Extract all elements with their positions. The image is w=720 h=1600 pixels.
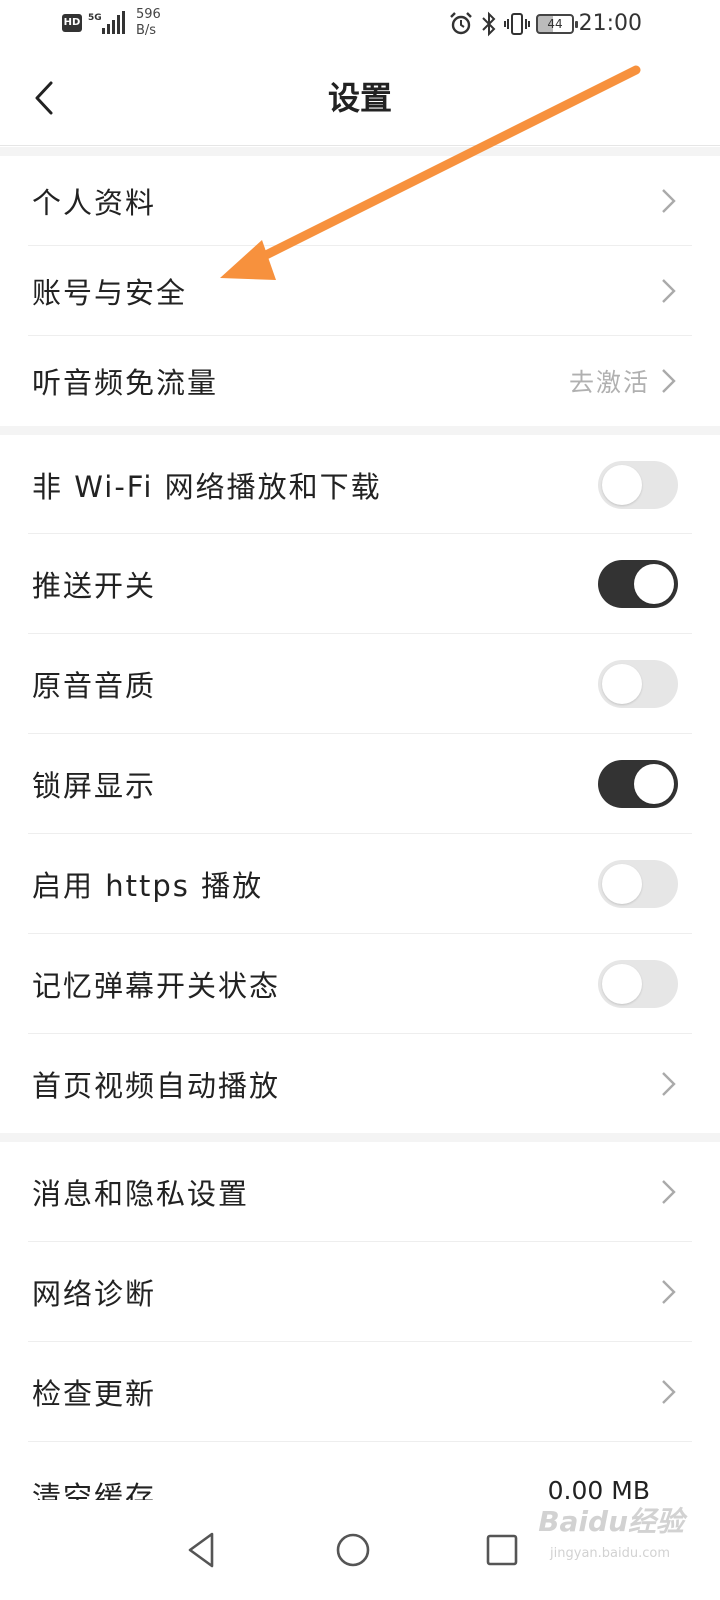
- row-original-sound: 原音音质: [0, 634, 720, 734]
- chevron-right-icon: [662, 1071, 676, 1096]
- chevron-right-icon: [662, 1280, 676, 1304]
- push-toggle[interactable]: [598, 560, 678, 608]
- row-non-wifi: 非 Wi-Fi 网络播放和下载: [0, 435, 720, 534]
- network-type: 5G: [88, 13, 102, 23]
- chevron-right-icon: [662, 279, 676, 303]
- row-label: 推送开关: [32, 569, 157, 603]
- row-label: 消息和隐私设置: [32, 1177, 250, 1211]
- row-privacy[interactable]: 消息和隐私设置: [0, 1142, 720, 1242]
- hd-badge: HD: [62, 14, 82, 32]
- lock-screen-toggle[interactable]: [598, 760, 678, 808]
- row-danmaku-memory: 记忆弹幕开关状态: [0, 934, 720, 1034]
- battery-icon: 44: [536, 14, 578, 34]
- original-sound-toggle[interactable]: [598, 660, 678, 708]
- vibrate-icon: [504, 13, 530, 35]
- cache-size: 0.00 MB: [547, 1476, 650, 1500]
- https-toggle[interactable]: [598, 860, 678, 908]
- network-speed: 596 B/s: [136, 7, 161, 39]
- row-label: 个人资料: [32, 186, 157, 220]
- toggle-knob: [602, 464, 642, 505]
- danmaku-toggle[interactable]: [598, 960, 678, 1008]
- toggle-knob: [602, 964, 642, 1004]
- row-label: 首页视频自动播放: [32, 1068, 281, 1103]
- row-label: 启用 https 播放: [32, 869, 264, 903]
- bluetooth-icon: [482, 11, 496, 37]
- row-check-update[interactable]: 检查更新: [0, 1342, 720, 1442]
- chevron-right-icon: [662, 1380, 676, 1404]
- row-https: 启用 https 播放: [0, 834, 720, 934]
- alarm-icon: [450, 12, 472, 35]
- nav-recents-icon[interactable]: [478, 1526, 526, 1574]
- nav-home-icon[interactable]: [329, 1526, 377, 1574]
- chevron-right-icon: [662, 1180, 676, 1204]
- speed-value: 596: [136, 7, 161, 22]
- row-label: 清空缓存: [32, 1480, 157, 1500]
- row-network-diagnose[interactable]: 网络诊断: [0, 1242, 720, 1342]
- row-label: 锁屏显示: [32, 769, 157, 803]
- row-label: 听音频免流量: [32, 366, 219, 400]
- watermark-url: jingyan.baidu.com: [550, 1546, 670, 1561]
- row-audio-free-data[interactable]: 听音频免流量 去激活: [0, 336, 720, 426]
- chevron-right-icon: [662, 369, 676, 393]
- divider: [28, 1441, 692, 1442]
- section-gap: [0, 1133, 720, 1142]
- clock: 21:00: [578, 11, 642, 36]
- row-label: 账号与安全: [32, 276, 188, 310]
- row-label: 记忆弹幕开关状态: [32, 969, 281, 1003]
- page-title: 设置: [327, 79, 392, 117]
- status-bar: HD 5G 596 B/s 44 21:00: [0, 0, 720, 50]
- toggle-knob: [634, 564, 674, 604]
- toggle-knob: [634, 764, 674, 804]
- non-wifi-toggle[interactable]: [598, 460, 678, 509]
- signal-icon: 5G: [88, 11, 125, 34]
- row-label: 非 Wi-Fi 网络播放和下载: [32, 469, 382, 504]
- speed-unit: B/s: [136, 23, 157, 38]
- toggle-knob: [602, 664, 642, 704]
- section-gap: [0, 147, 720, 156]
- row-lock-screen: 锁屏显示: [0, 734, 720, 834]
- toggle-knob: [602, 864, 642, 904]
- row-push: 推送开关: [0, 534, 720, 634]
- row-profile[interactable]: 个人资料: [0, 156, 720, 246]
- row-account-security[interactable]: 账号与安全: [0, 246, 720, 336]
- row-label: 检查更新: [32, 1377, 157, 1411]
- section-gap: [0, 426, 720, 435]
- activate-value: 去激活: [568, 368, 650, 397]
- row-homepage-autoplay[interactable]: 首页视频自动播放: [0, 1034, 720, 1133]
- app-header: 设置: [0, 50, 720, 146]
- status-icons: 44: [448, 10, 578, 38]
- row-clear-cache[interactable]: 清空缓存 0.00 MB: [0, 1460, 720, 1500]
- nav-back-icon[interactable]: [178, 1526, 226, 1574]
- row-label: 原音音质: [32, 669, 157, 703]
- chevron-right-icon: [662, 189, 676, 213]
- row-label: 网络诊断: [32, 1277, 157, 1311]
- watermark-logo: Baidu经验: [538, 1505, 684, 1538]
